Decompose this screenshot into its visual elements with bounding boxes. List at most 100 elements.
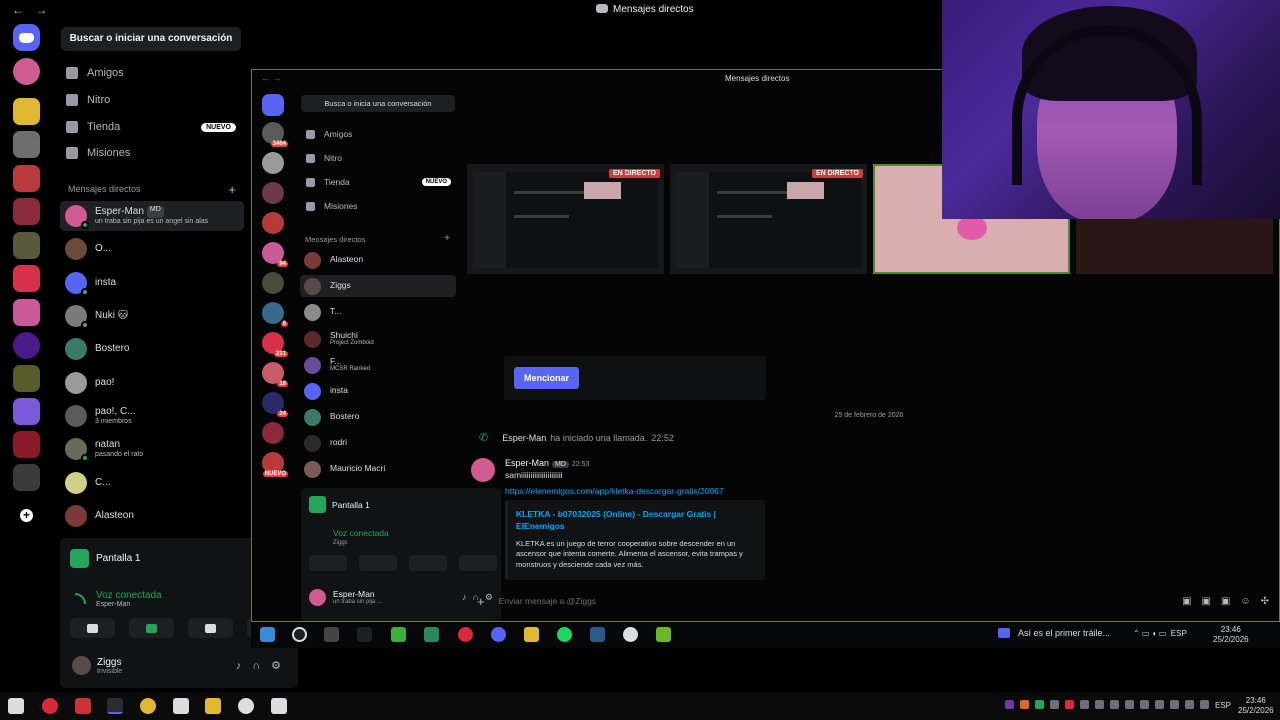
back-arrow-icon[interactable]: ← [12,3,24,17]
shared-home-button [262,94,284,116]
shop-icon [306,177,315,187]
shared-server: 221 [262,332,288,357]
server-7[interactable] [13,299,40,326]
tray-icon[interactable] [1125,700,1134,709]
tray-icon[interactable] [1080,700,1089,709]
message-header: Esper-Man MD 22:53 [505,458,589,468]
app-icon[interactable] [271,698,287,714]
opera-icon [458,627,473,642]
dm-item[interactable]: insta [60,268,244,298]
tray-icon[interactable] [1110,700,1119,709]
shared-dm-item: Ziggs [300,275,456,297]
server-9[interactable] [13,365,40,392]
tray-icon[interactable] [1140,700,1149,709]
server-fortnite[interactable] [13,98,40,125]
server-4[interactable] [13,198,40,225]
server-12[interactable] [13,464,40,491]
dm-item[interactable]: natan pasando el rato [60,434,244,464]
plus-icon: + [20,509,33,522]
dm-tag: MD [146,206,164,218]
screen-share-button[interactable] [129,618,174,638]
dm-item[interactable]: pao!, C... 3 miembros [60,401,244,431]
home-button[interactable] [13,24,40,51]
status-dot [81,221,89,229]
server-5[interactable] [13,232,40,259]
shared-server: 24 [262,392,288,417]
tray-icon[interactable] [1050,700,1059,709]
dm-item[interactable]: Bostero [60,334,244,364]
discord-icon [19,32,34,43]
live-badge: EN DIRECTO [608,169,660,178]
windows-start-icon[interactable] [8,698,24,714]
dm-name: C... [95,477,111,489]
dm-item[interactable]: O... [60,234,244,264]
nav-nitro[interactable]: Nitro [66,90,236,110]
system-clock[interactable]: 23:46 25/2/2026 [1238,696,1274,717]
camera-button [309,555,347,571]
tray-icon[interactable] [1170,700,1179,709]
shared-stream-source: Pantalla 1 [309,496,370,513]
dm-text: insta [95,277,116,289]
dm-item[interactable]: C... [60,468,244,498]
nav-quests[interactable]: Misiones [66,143,236,163]
headphones-icon[interactable]: ∩ [252,660,271,672]
avatar[interactable] [72,656,91,675]
shared-dm-item: T... [300,301,456,323]
app-icon[interactable] [75,698,91,714]
avatar [471,458,495,482]
signal-icon[interactable] [75,593,86,604]
shared-dm-name: T... [330,306,342,317]
dm-avatar-server[interactable] [13,58,40,85]
discord-icon[interactable] [107,698,123,714]
app-icon[interactable] [140,698,156,714]
server-10[interactable] [13,398,40,425]
thumbnail-screen [676,172,861,268]
dm-item[interactable]: Esper-Man MD un traba sin pija es un angel… [60,201,244,231]
search-conversation-button[interactable]: Buscar o iniciar una conversación [61,27,241,51]
nitro-icon [306,153,315,163]
shared-window-title: Mensajes directos [725,74,790,83]
user-info[interactable]: Ziggs Invisible [97,657,122,675]
language-indicator[interactable]: ESP [1215,701,1231,710]
dm-item[interactable]: Ñuki 🐱 [60,301,244,331]
activities-button[interactable] [188,618,233,638]
avatar [65,305,89,329]
create-dm-plus-icon[interactable]: + [228,182,236,197]
tray-icon[interactable] [1065,700,1074,709]
gear-icon[interactable]: ⚙ [271,660,292,672]
server-2[interactable] [13,131,40,158]
server-6[interactable] [13,265,40,292]
shared-dm-subtitle: Project Zomboid [330,340,374,347]
tray-icon[interactable] [1185,700,1194,709]
camera-button[interactable] [70,618,115,638]
tray-icon[interactable] [1020,700,1029,709]
server-3[interactable] [13,165,40,192]
message-link: https://elenemigos.com/app/kletka-descar… [505,486,724,496]
tray-icon[interactable] [1155,700,1164,709]
unread-badge: 24 [277,411,288,417]
dm-item[interactable]: Alasteon [60,501,244,531]
tray-icon[interactable] [1005,700,1014,709]
webcam-overlay [942,0,1280,219]
obs-icon[interactable] [238,698,254,714]
tray-icon[interactable] [1035,700,1044,709]
embed-description: KLETKA es un juego de terror cooperativo… [516,538,743,569]
tray-icon[interactable] [1095,700,1104,709]
tray-icon[interactable] [1200,700,1209,709]
dm-item[interactable]: pao! [60,368,244,398]
nav-friends[interactable]: Amigos [66,63,236,83]
avatar [65,205,89,229]
mic-icon[interactable]: ♪ [236,660,253,672]
plus-icon: + [444,233,450,244]
shared-time: 23:46 [1220,625,1241,634]
server-11[interactable] [13,431,40,458]
server-8[interactable] [13,332,40,359]
forward-arrow-icon[interactable]: → [35,3,47,17]
folder-icon[interactable] [205,698,221,714]
shared-date: 25/2/2026 [1213,635,1249,645]
avatar [65,372,87,394]
add-server-button[interactable]: + [13,502,40,529]
nav-shop[interactable]: Tienda NUEVO [66,117,236,137]
opera-icon[interactable] [42,698,58,714]
capcut-icon[interactable] [173,698,189,714]
